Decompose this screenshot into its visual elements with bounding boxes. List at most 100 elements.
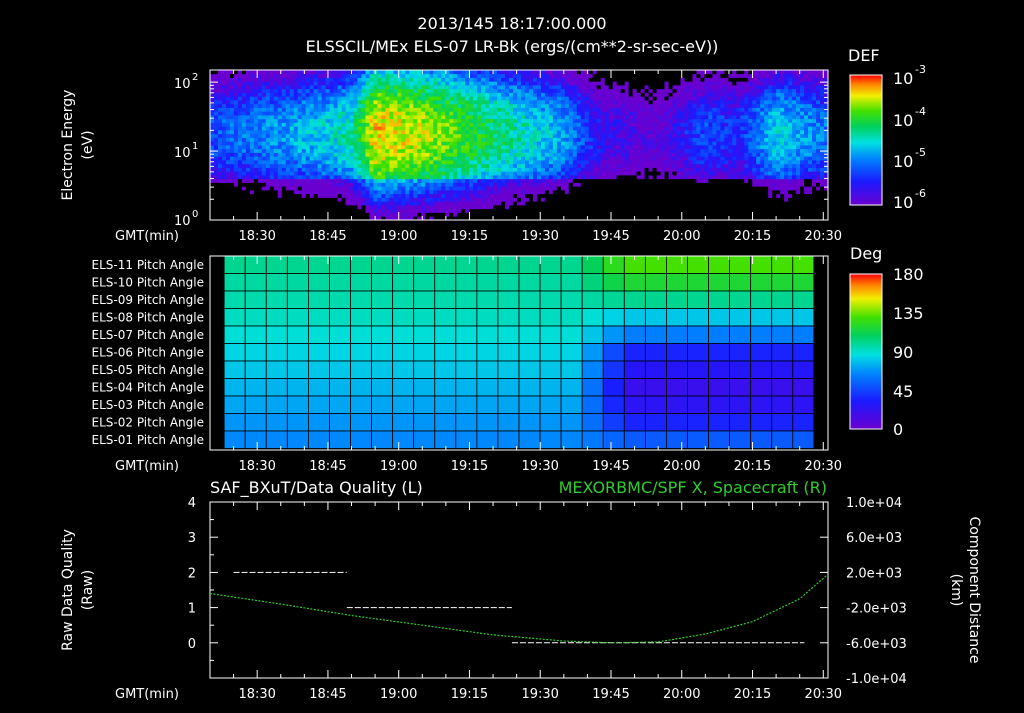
spectrogram-cell: [377, 175, 382, 180]
spectrogram-cell: [221, 148, 227, 153]
spectrogram-cell: [493, 145, 498, 150]
spectrogram-cell: [409, 115, 414, 120]
spectrogram-cell: [401, 208, 406, 213]
spectrogram-cell: [241, 212, 247, 217]
spectrogram-cell: [210, 193, 215, 198]
spectrogram-cell: [544, 137, 550, 142]
spectrogram-cell: [297, 148, 303, 153]
spectrogram-cell: [297, 77, 303, 82]
spectrogram-cell: [501, 85, 506, 90]
spectrogram-cell: [469, 175, 474, 180]
spectrogram-cell: [632, 141, 638, 146]
spectrogram-cell: [381, 148, 386, 153]
spectrogram-cell: [257, 73, 263, 78]
spectrogram-cell: [313, 145, 319, 150]
spectrogram-cell: [265, 205, 271, 210]
spectrogram-cell: [309, 73, 315, 78]
spectrogram-cell: [217, 212, 223, 217]
spectrogram-cell: [385, 212, 390, 217]
spectrogram-cell: [628, 152, 634, 157]
spectrogram-cell: [644, 152, 649, 157]
spectrogram-cell: [273, 175, 279, 180]
spectrogram-cell: [409, 81, 414, 86]
spectrogram-cell: [237, 115, 243, 120]
spectrogram-cell: [249, 186, 255, 191]
spectrogram-cell: [437, 141, 442, 146]
spectrogram-cell: [261, 85, 267, 90]
spectrogram-cell: [465, 190, 470, 195]
spectrogram-cell: [237, 111, 243, 116]
spectrogram-cell: [221, 130, 227, 135]
spectrogram-cell: [341, 73, 346, 78]
spectrogram-cell: [497, 182, 502, 187]
spectrogram-cell: [640, 145, 645, 150]
spectrogram-cell: [485, 201, 490, 206]
spectrogram-cell: [317, 175, 323, 180]
spectrogram-cell: [692, 115, 697, 120]
spectrogram-cell: [337, 186, 342, 191]
spectrogram-cell: [257, 163, 263, 168]
spectrogram-cell: [233, 186, 239, 191]
spectrogram-cell: [289, 126, 295, 131]
spectrogram-cell: [217, 186, 223, 191]
spectrogram-cell: [241, 171, 247, 176]
spectrogram-cell: [317, 148, 323, 153]
spectrogram-cell: [632, 130, 638, 135]
spectrogram-cell: [441, 70, 446, 75]
spectrogram-cell: [417, 208, 422, 213]
spectrogram-cell: [672, 103, 677, 108]
spectrogram-cell: [377, 182, 382, 187]
spectrogram-cell: [509, 193, 514, 198]
spectrogram-cell: [580, 175, 586, 180]
spectrogram-cell: [473, 73, 478, 78]
spectrogram-cell: [369, 111, 374, 116]
spectrogram-cell: [688, 182, 693, 187]
spectrogram-cell: [652, 70, 657, 75]
spectrogram-cell: [333, 77, 338, 82]
spectrogram-cell: [225, 205, 231, 210]
spectrogram-cell: [225, 100, 231, 105]
spectrogram-cell: [481, 103, 486, 108]
spectrogram-cell: [385, 193, 390, 198]
spectrogram-cell: [457, 122, 462, 127]
spectrogram-cell: [548, 156, 554, 161]
spectrogram-cell: [668, 85, 673, 90]
spectrogram-cell: [481, 118, 486, 123]
spectrogram-cell: [528, 141, 534, 146]
spectrogram-cell: [588, 77, 594, 82]
spectrogram-cell: [588, 70, 594, 75]
spectrogram-cell: [540, 197, 546, 202]
spectrogram-cell: [528, 103, 534, 108]
spectrogram-cell: [233, 100, 239, 105]
spectrogram-cell: [309, 81, 315, 86]
spectrogram-cell: [353, 118, 358, 123]
spectrogram-cell: [672, 152, 677, 157]
spectrogram-cell: [556, 70, 562, 75]
spectrogram-cell: [249, 197, 255, 202]
spectrogram-cell: [568, 118, 574, 123]
spectrogram-cell: [688, 186, 693, 191]
spectrogram-cell: [401, 111, 406, 116]
spectrogram-cell: [361, 85, 366, 90]
spectrogram-cell: [628, 92, 634, 97]
spectrogram-cell: [656, 96, 661, 101]
spectrogram-cell: [313, 85, 319, 90]
spectrogram-cell: [648, 152, 653, 157]
spectrogram-cell: [210, 163, 215, 168]
spectrogram-cell: [277, 115, 283, 120]
spectrogram-cell: [489, 167, 494, 172]
spectrogram-cell: [369, 148, 374, 153]
spectrogram-cell: [532, 81, 538, 86]
spectrogram-cell: [640, 141, 645, 146]
spectrogram-cell: [289, 205, 295, 210]
spectrogram-cell: [425, 163, 430, 168]
spectrogram-cell: [700, 175, 705, 180]
spectrogram-cell: [257, 115, 263, 120]
spectrogram-cell: [285, 148, 291, 153]
spectrogram-cell: [429, 88, 434, 93]
spectrogram-cell: [608, 163, 614, 168]
spectrogram-cell: [501, 190, 506, 195]
spectrogram-cell: [676, 212, 681, 217]
spectrogram-cell: [668, 103, 673, 108]
spectrogram-cell: [672, 122, 677, 127]
